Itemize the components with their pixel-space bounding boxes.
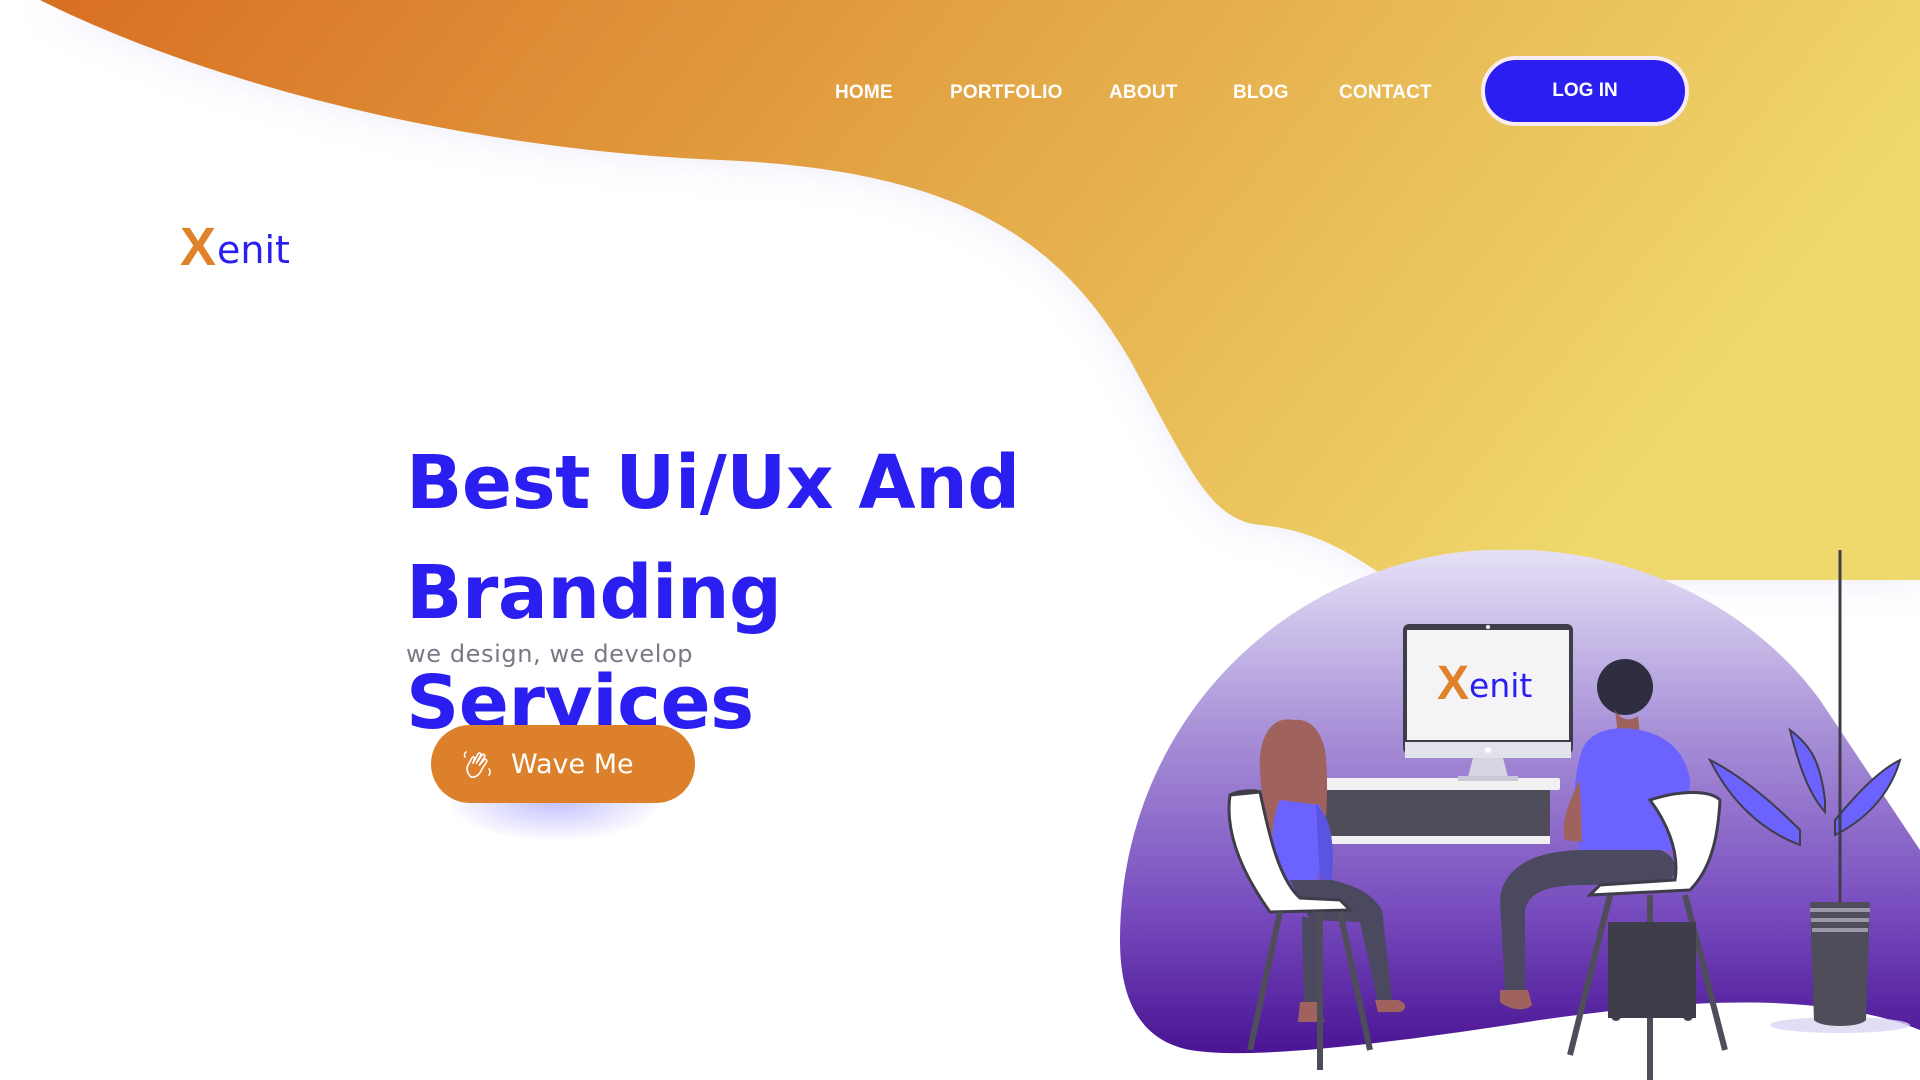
nav-item-blog[interactable]: BLOG (1233, 82, 1289, 104)
hero-subtitle: we design, we develop (406, 640, 694, 668)
logo-mark: X (180, 217, 217, 277)
logo-wordmark: enit (217, 228, 290, 272)
wave-hand-icon (463, 751, 491, 778)
nav-item-contact[interactable]: CONTACT (1339, 82, 1432, 104)
hero-title: Best Ui/Ux And Branding Services (406, 428, 1106, 758)
nav-item-about[interactable]: ABOUT (1109, 82, 1178, 104)
nav-item-home[interactable]: HOME (835, 82, 893, 104)
nav-item-portfolio[interactable]: PORTFOLIO (950, 82, 1063, 104)
hero-title-line-1: Best Ui/Ux And (406, 440, 1020, 526)
wave-me-button[interactable]: Wave Me (431, 725, 695, 803)
login-button[interactable]: LOG IN (1481, 56, 1689, 126)
monitor-logo-mark: X (1437, 657, 1470, 710)
wave-me-label: Wave Me (511, 748, 634, 780)
brand-logo[interactable]: X enit (180, 217, 290, 277)
team-illustration (1120, 550, 1920, 1080)
monitor-logo-wordmark: enit (1469, 666, 1533, 705)
landing-page: HOME PORTFOLIO ABOUT BLOG CONTACT LOG IN… (0, 0, 1920, 1080)
top-navigation: HOME PORTFOLIO ABOUT BLOG CONTACT LOG IN (0, 56, 1920, 128)
monitor-logo: X enit (1437, 657, 1533, 710)
